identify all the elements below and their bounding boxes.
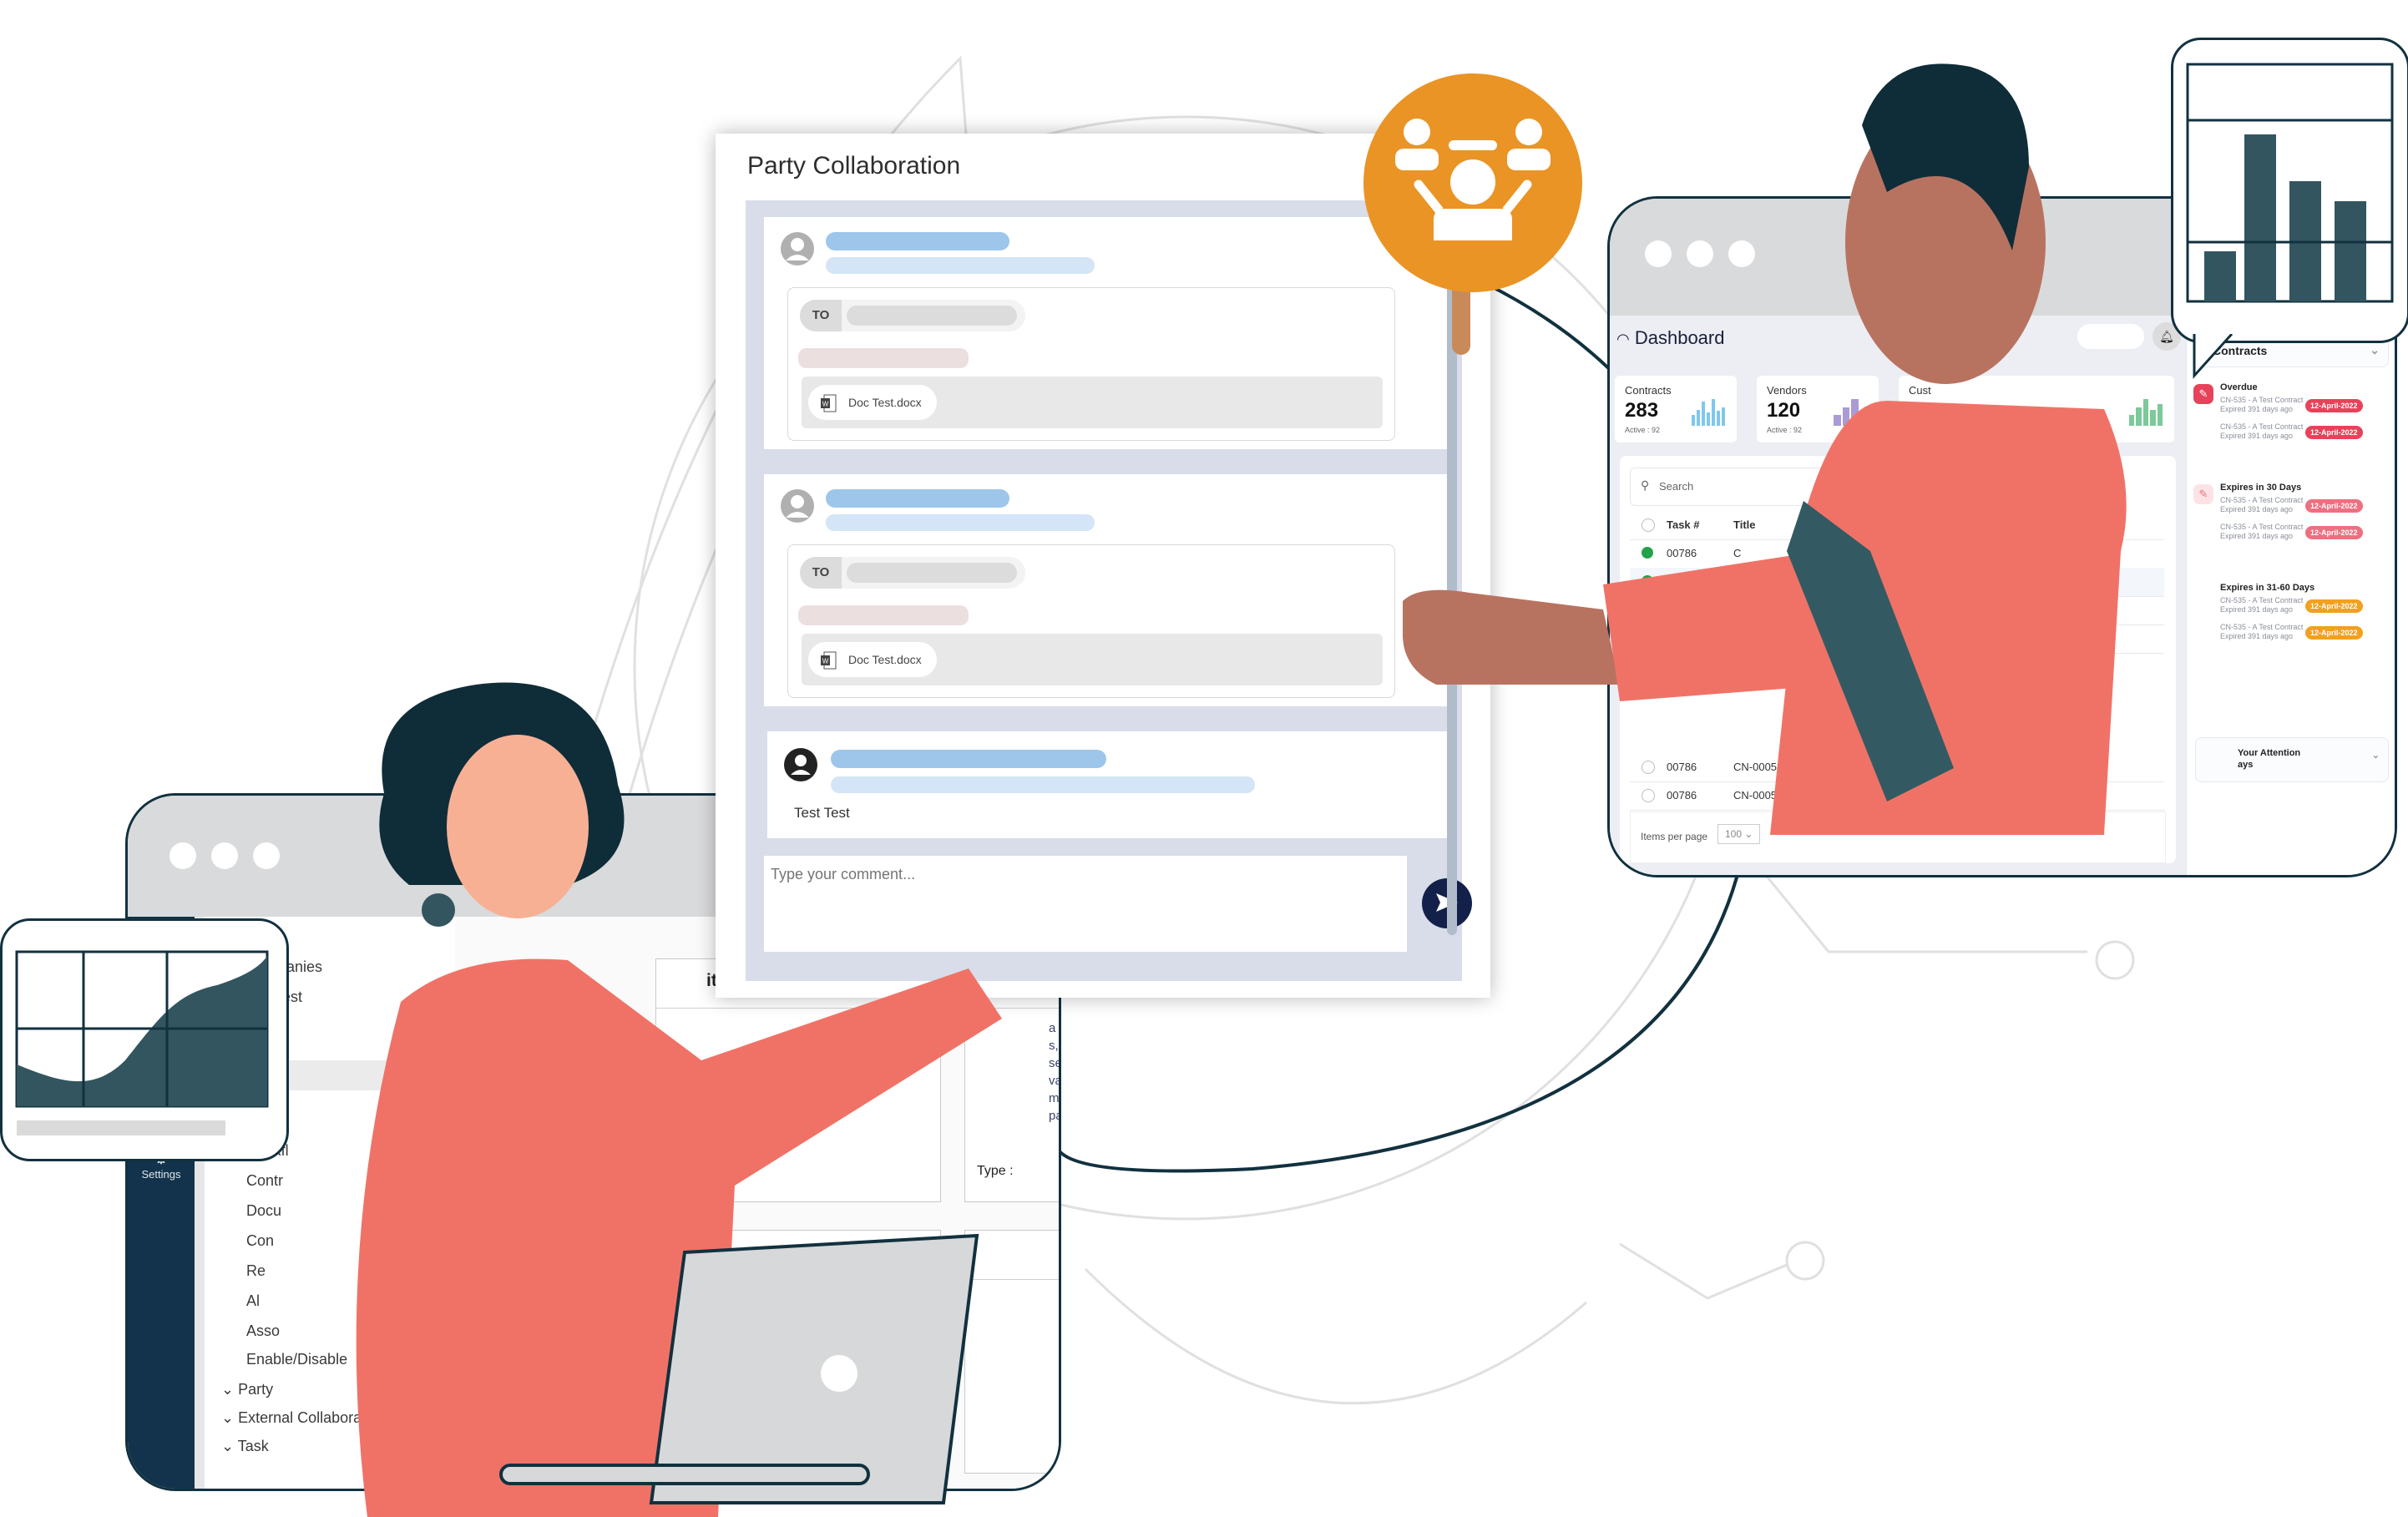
area-chart-icon bbox=[15, 950, 269, 1135]
chart-caption-placeholder bbox=[17, 1120, 225, 1135]
window-dot bbox=[169, 842, 196, 869]
expiry-date-badge: 12-April-2022 bbox=[2305, 526, 2363, 539]
window-dot bbox=[211, 842, 238, 869]
recipient-placeholder bbox=[847, 306, 1017, 326]
attachments-area: W Doc Test.docx bbox=[802, 377, 1383, 428]
user-avatar-icon bbox=[781, 232, 814, 265]
recipient-chip: TO bbox=[800, 300, 1025, 331]
user-avatar-icon bbox=[781, 489, 814, 523]
panel-title: Party Collaboration bbox=[747, 152, 961, 180]
chevron-down-icon: ⌄ bbox=[221, 1381, 239, 1398]
bar-mark bbox=[2335, 201, 2366, 301]
man-with-tablet-illustration bbox=[1403, 63, 2127, 835]
area-chart-bubble bbox=[0, 918, 289, 1161]
woman-with-laptop-illustration bbox=[356, 682, 1003, 1517]
subject-placeholder bbox=[798, 605, 969, 625]
expiry-date-badge: 12-April-2022 bbox=[2305, 499, 2363, 513]
expiry-date-badge: 12-April-2022 bbox=[2305, 599, 2363, 613]
recipient-placeholder bbox=[847, 563, 1017, 583]
timestamp-placeholder bbox=[826, 514, 1095, 531]
chevron-down-icon: ⌄ bbox=[221, 1409, 239, 1426]
word-document-icon: W bbox=[821, 394, 837, 412]
word-document-icon: W bbox=[821, 651, 837, 670]
expiry-date-badge: 12-April-2022 bbox=[2305, 399, 2363, 412]
sender-name-placeholder bbox=[826, 232, 1009, 250]
svg-text:W: W bbox=[822, 401, 829, 408]
sender-name-placeholder bbox=[826, 489, 1009, 508]
attachment-chip[interactable]: W Doc Test.docx bbox=[808, 385, 937, 420]
message-card: TO W Doc Test.docx bbox=[764, 217, 1457, 449]
message-body: TO W Doc Test.docx bbox=[787, 287, 1395, 441]
svg-text:W: W bbox=[822, 658, 829, 665]
recipient-chip: TO bbox=[800, 557, 1025, 589]
expiry-date-badge: 12-April-2022 bbox=[2305, 626, 2363, 640]
chevron-down-icon: ⌄ bbox=[2371, 751, 2380, 761]
expiry-date-badge: 12-April-2022 bbox=[2305, 426, 2363, 439]
subject-placeholder bbox=[798, 348, 969, 368]
chevron-down-icon: ⌄ bbox=[221, 1438, 238, 1454]
chevron-down-icon: ⌄ bbox=[2370, 343, 2380, 356]
timestamp-placeholder bbox=[826, 257, 1095, 274]
